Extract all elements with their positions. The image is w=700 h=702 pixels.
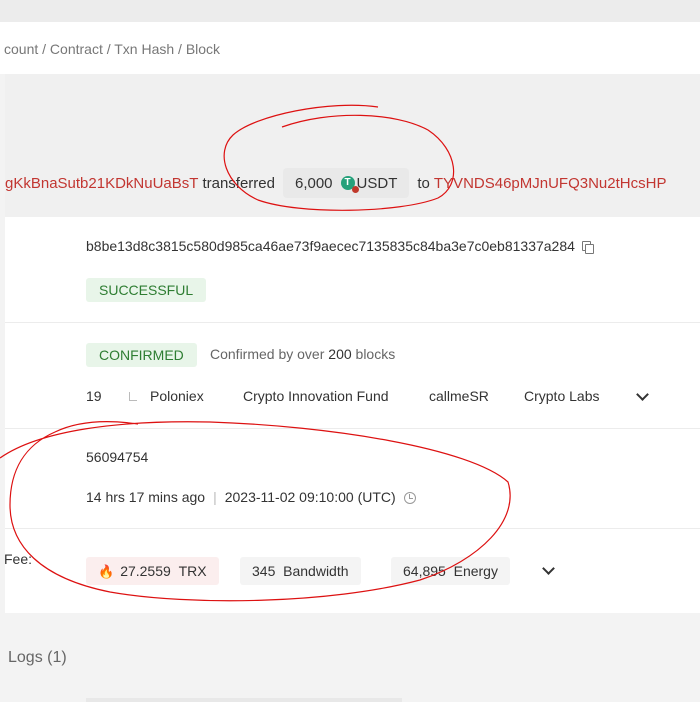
fee-bandwidth-value: 345 <box>252 563 276 579</box>
sr-item-crypto-innovation-fund[interactable]: Crypto Innovation Fund <box>243 388 389 404</box>
fee-bandwidth-pill: 345 Bandwidth <box>240 557 361 585</box>
sr-count: 19 <box>86 388 102 404</box>
fee-trx-unit: TRX <box>178 563 207 579</box>
fee-energy-pill: 64,895 Energy <box>391 557 510 585</box>
timestamp-row: 14 hrs 17 mins ago | 2023-11-02 09:10:00 (… <box>86 489 416 505</box>
from-address-link[interactable]: gKkBnaSutb21KDkNuUaBsT <box>5 175 198 192</box>
sr-item-crypto-labs[interactable]: Crypto Labs <box>524 388 599 404</box>
to-label: to <box>417 174 430 192</box>
block-timestamp: 2023-11-02 09:10:00 (UTC) <box>224 489 396 505</box>
tether-icon <box>340 176 359 193</box>
txn-hash-value: b8be13d8c3815c580d985ca46ae73f9aecec7135… <box>86 238 575 254</box>
sr-item-poloniex[interactable]: Poloniex <box>150 388 204 404</box>
divider <box>5 322 700 323</box>
logs-tab[interactable]: Logs (1) <box>8 649 67 667</box>
token-symbol-link[interactable]: USDT <box>357 175 398 192</box>
confirmed-badge: CONFIRMED <box>86 343 197 367</box>
fee-bandwidth-unit: Bandwidth <box>283 563 349 579</box>
divider <box>5 528 700 529</box>
logs-section <box>5 626 700 702</box>
clock-toggle-icon[interactable] <box>403 492 416 504</box>
fee-trx-value: 27.2559 <box>120 563 171 579</box>
fee-energy-unit: Energy <box>453 563 498 579</box>
logs-content-edge <box>86 698 402 702</box>
to-address-link[interactable]: TYVNDS46pMJnUFQ3Nu2tHcsHP <box>434 175 667 192</box>
txn-hash-row: b8be13d8c3815c580d985ca46ae73f9aecec7135… <box>86 238 594 254</box>
fee-energy-value: 64,895 <box>403 563 446 579</box>
sr-item-callmesr[interactable]: callmeSR <box>429 388 489 404</box>
transaction-details-card <box>5 217 700 613</box>
copy-icon[interactable] <box>581 241 594 254</box>
fee-label: Fee: <box>4 551 33 567</box>
confirmation-prefix: Confirmed by over <box>210 346 329 362</box>
fee-trx-pill: 🔥 27.2559 TRX <box>86 557 219 585</box>
confirmation-count: 200 <box>328 346 352 362</box>
transfer-amount: 6,000 <box>294 174 333 192</box>
top-banner <box>0 0 700 22</box>
flame-icon: 🔥 <box>98 564 115 579</box>
confirmation-text: Confirmed by over 200 blocks <box>210 346 395 362</box>
block-age: 14 hrs 17 mins ago <box>86 489 206 505</box>
divider <box>5 428 700 429</box>
transferred-label: transferred <box>202 174 275 192</box>
separator: | <box>213 489 217 505</box>
breadcrumb: count / Contract / Txn Hash / Block <box>4 41 221 57</box>
confirmation-suffix: blocks <box>351 346 396 362</box>
status-badge: SUCCESSFUL <box>86 278 207 302</box>
amount-pill: 6,000 USDT <box>282 168 410 198</box>
transfer-summary: gKkBnaSutb21KDkNuUaBsT transferred 6,000… <box>5 168 666 198</box>
block-number-link[interactable]: 56094754 <box>86 449 148 465</box>
tree-elbow-icon <box>129 392 137 401</box>
